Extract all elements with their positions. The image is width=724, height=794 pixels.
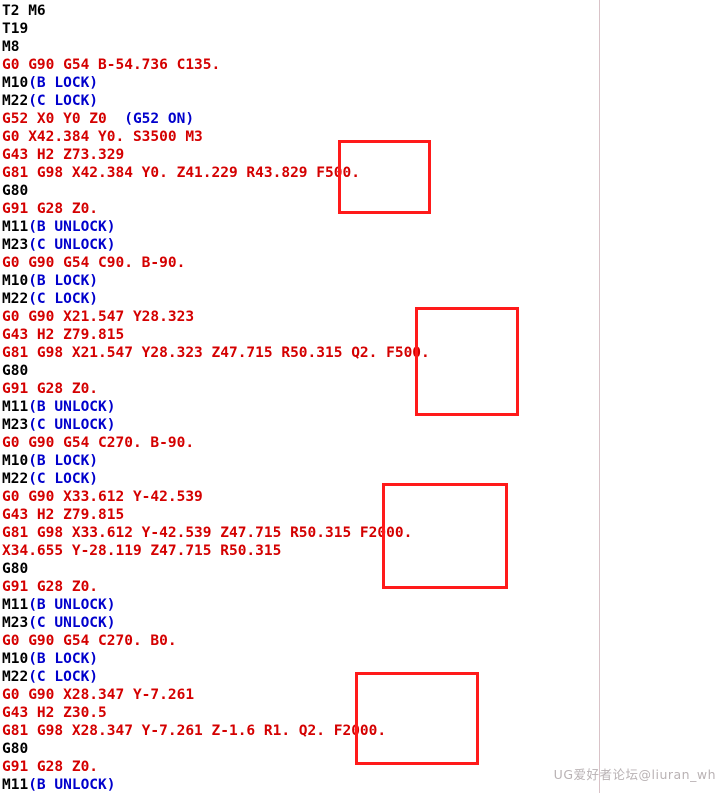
mcode-token: M22 [2, 93, 29, 109]
code-comment: (B LOCK) [28, 651, 99, 667]
gcode-token: G43 H2 Z30.5 [2, 705, 107, 721]
gcode-token: G81 G98 X33.612 Y-42.539 Z47.715 R50.315… [2, 525, 413, 541]
code-line[interactable]: M10(B LOCK) [2, 452, 724, 470]
gcode-token: G0 G90 X28.347 Y-7.261 [2, 687, 195, 703]
code-line[interactable]: M8 [2, 38, 724, 56]
code-line[interactable]: G43 H2 Z79.815 [2, 506, 724, 524]
code-line[interactable]: M22(C LOCK) [2, 290, 724, 308]
gcode-token: G43 H2 Z79.815 [2, 507, 125, 523]
code-comment: (B LOCK) [28, 273, 99, 289]
code-line[interactable]: M23(C UNLOCK) [2, 416, 724, 434]
mcode-token: M8 [2, 39, 20, 55]
code-comment: (C UNLOCK) [28, 417, 116, 433]
gcode-token: G91 G28 Z0. [2, 381, 99, 397]
mcode-token: G80 [2, 561, 29, 577]
mcode-token: M11 [2, 777, 29, 793]
feedrate-highlight-1 [338, 140, 431, 214]
mcode-token: G80 [2, 183, 29, 199]
code-line[interactable]: G0 G90 G54 C270. B0. [2, 632, 724, 650]
gcode-token: G91 G28 Z0. [2, 759, 99, 775]
feedrate-highlight-4 [355, 672, 479, 765]
gcode-token: G0 G90 G54 C270. B-90. [2, 435, 195, 451]
mcode-token: T2 M6 [2, 3, 46, 19]
code-line[interactable]: X34.655 Y-28.119 Z47.715 R50.315 [2, 542, 724, 560]
mcode-token: M23 [2, 615, 29, 631]
code-line[interactable]: T2 M6 [2, 2, 724, 20]
code-line[interactable]: M10(B LOCK) [2, 272, 724, 290]
code-line[interactable]: M23(C UNLOCK) [2, 236, 724, 254]
code-line[interactable]: G80 [2, 560, 724, 578]
code-comment: (C LOCK) [28, 93, 99, 109]
gcode-token: G81 G98 X21.547 Y28.323 Z47.715 R50.315 … [2, 345, 430, 361]
mcode-token: M10 [2, 75, 29, 91]
code-line[interactable]: G0 G90 G54 B-54.736 C135. [2, 56, 724, 74]
code-line[interactable]: G80 [2, 362, 724, 380]
mcode-token: M22 [2, 471, 29, 487]
code-line[interactable]: G91 G28 Z0. [2, 578, 724, 596]
code-line[interactable]: G91 G28 Z0. [2, 380, 724, 398]
code-line[interactable]: M10(B LOCK) [2, 74, 724, 92]
code-line[interactable]: M22(C LOCK) [2, 92, 724, 110]
gcode-token: G52 X0 Y0 Z0 [2, 111, 125, 127]
code-line[interactable]: G43 H2 Z79.815 [2, 326, 724, 344]
code-line[interactable]: G0 G90 X33.612 Y-42.539 [2, 488, 724, 506]
gcode-token: G0 G90 G54 C270. B0. [2, 633, 177, 649]
code-comment: (B UNLOCK) [28, 597, 116, 613]
gcode-token: G43 H2 Z73.329 [2, 147, 125, 163]
gcode-token: G0 G90 X21.547 Y28.323 [2, 309, 195, 325]
mcode-token: G80 [2, 363, 29, 379]
mcode-token: M23 [2, 417, 29, 433]
code-line[interactable]: M22(C LOCK) [2, 470, 724, 488]
code-comment: (C LOCK) [28, 669, 99, 685]
code-comment: (C UNLOCK) [28, 237, 116, 253]
gcode-token: G43 H2 Z79.815 [2, 327, 125, 343]
mcode-token: T19 [2, 21, 29, 37]
gcode-token: G0 G90 G54 B-54.736 C135. [2, 57, 221, 73]
code-comment: (C LOCK) [28, 291, 99, 307]
code-line[interactable]: G0 G90 G54 C90. B-90. [2, 254, 724, 272]
code-comment: (B LOCK) [28, 453, 99, 469]
code-comment: (C UNLOCK) [28, 615, 116, 631]
code-comment: (B UNLOCK) [28, 777, 116, 793]
mcode-token: M11 [2, 597, 29, 613]
gcode-token: G91 G28 Z0. [2, 201, 99, 217]
mcode-token: M11 [2, 219, 29, 235]
mcode-token: M22 [2, 669, 29, 685]
code-comment: (C LOCK) [28, 471, 99, 487]
gcode-token: G0 G90 X33.612 Y-42.539 [2, 489, 203, 505]
gcode-token: G91 G28 Z0. [2, 579, 99, 595]
code-line[interactable]: G0 G90 X21.547 Y28.323 [2, 308, 724, 326]
code-comment: (B UNLOCK) [28, 219, 116, 235]
feedrate-highlight-3 [382, 483, 508, 589]
code-line[interactable]: M11(B UNLOCK) [2, 596, 724, 614]
feedrate-highlight-2 [415, 307, 519, 416]
code-comment: (B UNLOCK) [28, 399, 116, 415]
code-line[interactable]: G81 G98 X33.612 Y-42.539 Z47.715 R50.315… [2, 524, 724, 542]
code-line[interactable]: T19 [2, 20, 724, 38]
code-line[interactable]: M11(B UNLOCK) [2, 218, 724, 236]
code-line[interactable]: G81 G98 X21.547 Y28.323 Z47.715 R50.315 … [2, 344, 724, 362]
code-line[interactable]: M10(B LOCK) [2, 650, 724, 668]
gcode-token: G0 G90 G54 C90. B-90. [2, 255, 186, 271]
gcode-token: G0 X42.384 Y0. S3500 M3 [2, 129, 203, 145]
mcode-token: M23 [2, 237, 29, 253]
gcode-token: G81 G98 X42.384 Y0. Z41.229 R43.829 F500… [2, 165, 360, 181]
code-line[interactable]: M23(C UNLOCK) [2, 614, 724, 632]
mcode-token: G80 [2, 741, 29, 757]
mcode-token: M10 [2, 273, 29, 289]
mcode-token: M10 [2, 453, 29, 469]
code-line[interactable]: M11(B UNLOCK) [2, 398, 724, 416]
forum-watermark: UG爱好者论坛@liuran_wh [553, 767, 716, 782]
code-comment: (B LOCK) [28, 75, 99, 91]
code-line[interactable]: G52 X0 Y0 Z0 (G52 ON) [2, 110, 724, 128]
gcode-token: X34.655 Y-28.119 Z47.715 R50.315 [2, 543, 282, 559]
mcode-token: M11 [2, 399, 29, 415]
gcode-token: G81 G98 X28.347 Y-7.261 Z-1.6 R1. Q2. F2… [2, 723, 387, 739]
code-line[interactable]: G0 G90 G54 C270. B-90. [2, 434, 724, 452]
mcode-token: M10 [2, 651, 29, 667]
code-comment: (G52 ON) [124, 111, 195, 127]
mcode-token: M22 [2, 291, 29, 307]
